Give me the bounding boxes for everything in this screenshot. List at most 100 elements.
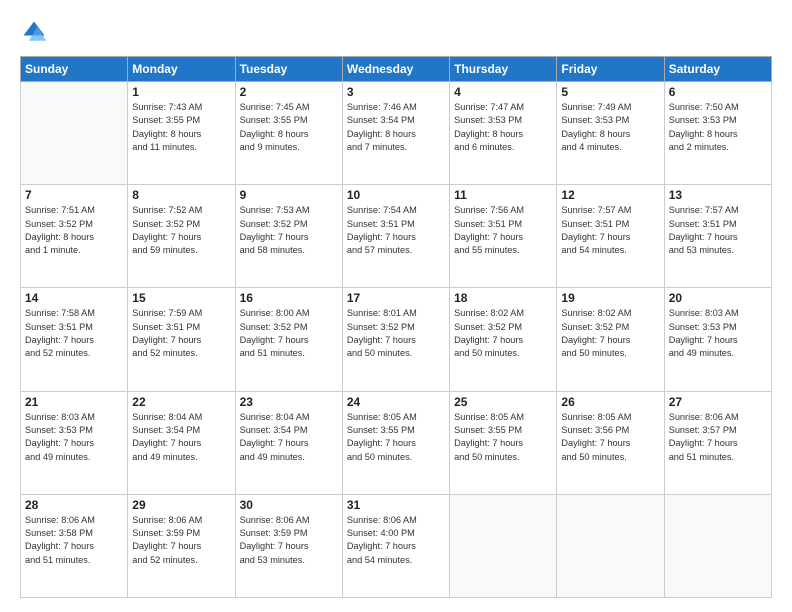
calendar-cell: 20 Sunrise: 8:03 AM Sunset: 3:53 PM Dayli… [664, 288, 771, 391]
calendar-cell: 4 Sunrise: 7:47 AM Sunset: 3:53 PM Daylig… [450, 82, 557, 185]
calendar-cell: 12Sunrise: 7:57 AM Sunset: 3:51 PM Dayli… [557, 185, 664, 288]
calendar-cell: 19 Sunrise: 8:02 AM Sunset: 3:52 PM Dayli… [557, 288, 664, 391]
calendar-cell [21, 82, 128, 185]
day-info: Sunrise: 8:06 AM Sunset: 3:58 PM Dayligh… [25, 514, 123, 567]
day-info: Sunrise: 7:43 AM Sunset: 3:55 PM Dayligh… [132, 101, 230, 154]
calendar-cell: 8 Sunrise: 7:52 AM Sunset: 3:52 PM Daylig… [128, 185, 235, 288]
day-number: 15 [132, 291, 230, 305]
logo-icon [20, 18, 48, 46]
day-info: Sunrise: 7:54 AM Sunset: 3:51 PM Dayligh… [347, 204, 445, 257]
calendar-cell: 22 Sunrise: 8:04 AM Sunset: 3:54 PM Dayli… [128, 391, 235, 494]
day-info: Sunrise: 8:03 AM Sunset: 3:53 PM Dayligh… [25, 411, 123, 464]
day-number: 7 [25, 188, 123, 202]
calendar-week-row: 14 Sunrise: 7:58 AM Sunset: 3:51 PM Dayli… [21, 288, 772, 391]
day-info: Sunrise: 7:51 AM Sunset: 3:52 PM Dayligh… [25, 204, 123, 257]
day-info: Sunrise: 7:49 AM Sunset: 3:53 PM Dayligh… [561, 101, 659, 154]
day-info: Sunrise: 7:45 AM Sunset: 3:55 PM Dayligh… [240, 101, 338, 154]
day-number: 18 [454, 291, 552, 305]
calendar-cell: 6Sunrise: 7:50 AM Sunset: 3:53 PM Daylig… [664, 82, 771, 185]
calendar-cell: 1 Sunrise: 7:43 AM Sunset: 3:55 PM Daylig… [128, 82, 235, 185]
day-info: Sunrise: 8:02 AM Sunset: 3:52 PM Dayligh… [454, 307, 552, 360]
day-number: 30 [240, 498, 338, 512]
day-info: Sunrise: 7:59 AM Sunset: 3:51 PM Dayligh… [132, 307, 230, 360]
calendar-cell: 14 Sunrise: 7:58 AM Sunset: 3:51 PM Dayli… [21, 288, 128, 391]
day-info: Sunrise: 7:47 AM Sunset: 3:53 PM Dayligh… [454, 101, 552, 154]
calendar-cell: 13 Sunrise: 7:57 AM Sunset: 3:51 PM Dayli… [664, 185, 771, 288]
calendar-cell: 5 Sunrise: 7:49 AM Sunset: 3:53 PM Daylig… [557, 82, 664, 185]
calendar-cell: 23Sunrise: 8:04 AM Sunset: 3:54 PM Dayli… [235, 391, 342, 494]
day-number: 25 [454, 395, 552, 409]
calendar-week-row: 21 Sunrise: 8:03 AM Sunset: 3:53 PM Dayli… [21, 391, 772, 494]
day-info: Sunrise: 8:03 AM Sunset: 3:53 PM Dayligh… [669, 307, 767, 360]
calendar-cell: 28Sunrise: 8:06 AM Sunset: 3:58 PM Dayli… [21, 494, 128, 597]
calendar-cell [557, 494, 664, 597]
day-info: Sunrise: 8:05 AM Sunset: 3:56 PM Dayligh… [561, 411, 659, 464]
day-info: Sunrise: 8:04 AM Sunset: 3:54 PM Dayligh… [132, 411, 230, 464]
calendar-cell [450, 494, 557, 597]
calendar-cell: 10 Sunrise: 7:54 AM Sunset: 3:51 PM Dayli… [342, 185, 449, 288]
calendar-cell: 27 Sunrise: 8:06 AM Sunset: 3:57 PM Dayli… [664, 391, 771, 494]
calendar-cell: 11 Sunrise: 7:56 AM Sunset: 3:51 PM Dayli… [450, 185, 557, 288]
day-number: 13 [669, 188, 767, 202]
day-number: 14 [25, 291, 123, 305]
calendar-cell: 21 Sunrise: 8:03 AM Sunset: 3:53 PM Dayli… [21, 391, 128, 494]
day-number: 4 [454, 85, 552, 99]
day-number: 2 [240, 85, 338, 99]
weekday-header-friday: Friday [557, 57, 664, 82]
day-info: Sunrise: 7:46 AM Sunset: 3:54 PM Dayligh… [347, 101, 445, 154]
day-number: 10 [347, 188, 445, 202]
calendar-week-row: 1 Sunrise: 7:43 AM Sunset: 3:55 PM Daylig… [21, 82, 772, 185]
day-info: Sunrise: 8:05 AM Sunset: 3:55 PM Dayligh… [454, 411, 552, 464]
weekday-header-thursday: Thursday [450, 57, 557, 82]
calendar-cell: 17Sunrise: 8:01 AM Sunset: 3:52 PM Dayli… [342, 288, 449, 391]
calendar-cell: 7 Sunrise: 7:51 AM Sunset: 3:52 PM Daylig… [21, 185, 128, 288]
calendar-cell: 31 Sunrise: 8:06 AM Sunset: 4:00 PM Dayli… [342, 494, 449, 597]
weekday-header-tuesday: Tuesday [235, 57, 342, 82]
day-number: 20 [669, 291, 767, 305]
weekday-header-sunday: Sunday [21, 57, 128, 82]
calendar-body: 1 Sunrise: 7:43 AM Sunset: 3:55 PM Daylig… [21, 82, 772, 598]
day-info: Sunrise: 7:52 AM Sunset: 3:52 PM Dayligh… [132, 204, 230, 257]
weekday-header-wednesday: Wednesday [342, 57, 449, 82]
day-info: Sunrise: 8:06 AM Sunset: 3:57 PM Dayligh… [669, 411, 767, 464]
calendar-cell: 25 Sunrise: 8:05 AM Sunset: 3:55 PM Dayli… [450, 391, 557, 494]
day-info: Sunrise: 8:06 AM Sunset: 3:59 PM Dayligh… [132, 514, 230, 567]
calendar-cell: 9Sunrise: 7:53 AM Sunset: 3:52 PM Daylig… [235, 185, 342, 288]
day-number: 27 [669, 395, 767, 409]
day-info: Sunrise: 7:57 AM Sunset: 3:51 PM Dayligh… [561, 204, 659, 257]
calendar-cell [664, 494, 771, 597]
weekday-header-row: SundayMondayTuesdayWednesdayThursdayFrid… [21, 57, 772, 82]
day-info: Sunrise: 8:02 AM Sunset: 3:52 PM Dayligh… [561, 307, 659, 360]
day-number: 1 [132, 85, 230, 99]
day-info: Sunrise: 7:57 AM Sunset: 3:51 PM Dayligh… [669, 204, 767, 257]
day-info: Sunrise: 7:56 AM Sunset: 3:51 PM Dayligh… [454, 204, 552, 257]
calendar-table: SundayMondayTuesdayWednesdayThursdayFrid… [20, 56, 772, 598]
day-number: 23 [240, 395, 338, 409]
calendar-cell: 16Sunrise: 8:00 AM Sunset: 3:52 PM Dayli… [235, 288, 342, 391]
day-number: 9 [240, 188, 338, 202]
calendar-cell: 18 Sunrise: 8:02 AM Sunset: 3:52 PM Dayli… [450, 288, 557, 391]
day-number: 26 [561, 395, 659, 409]
day-number: 24 [347, 395, 445, 409]
day-number: 8 [132, 188, 230, 202]
logo [20, 18, 52, 46]
day-number: 5 [561, 85, 659, 99]
day-number: 22 [132, 395, 230, 409]
day-info: Sunrise: 8:06 AM Sunset: 4:00 PM Dayligh… [347, 514, 445, 567]
day-info: Sunrise: 8:00 AM Sunset: 3:52 PM Dayligh… [240, 307, 338, 360]
day-number: 31 [347, 498, 445, 512]
day-info: Sunrise: 8:05 AM Sunset: 3:55 PM Dayligh… [347, 411, 445, 464]
calendar-week-row: 7 Sunrise: 7:51 AM Sunset: 3:52 PM Daylig… [21, 185, 772, 288]
calendar-cell: 29 Sunrise: 8:06 AM Sunset: 3:59 PM Dayli… [128, 494, 235, 597]
weekday-header-monday: Monday [128, 57, 235, 82]
day-number: 29 [132, 498, 230, 512]
header [20, 18, 772, 46]
day-number: 11 [454, 188, 552, 202]
calendar-cell: 24 Sunrise: 8:05 AM Sunset: 3:55 PM Dayli… [342, 391, 449, 494]
day-info: Sunrise: 7:58 AM Sunset: 3:51 PM Dayligh… [25, 307, 123, 360]
day-number: 21 [25, 395, 123, 409]
calendar-cell: 26 Sunrise: 8:05 AM Sunset: 3:56 PM Dayli… [557, 391, 664, 494]
calendar-week-row: 28Sunrise: 8:06 AM Sunset: 3:58 PM Dayli… [21, 494, 772, 597]
day-number: 19 [561, 291, 659, 305]
day-number: 6 [669, 85, 767, 99]
